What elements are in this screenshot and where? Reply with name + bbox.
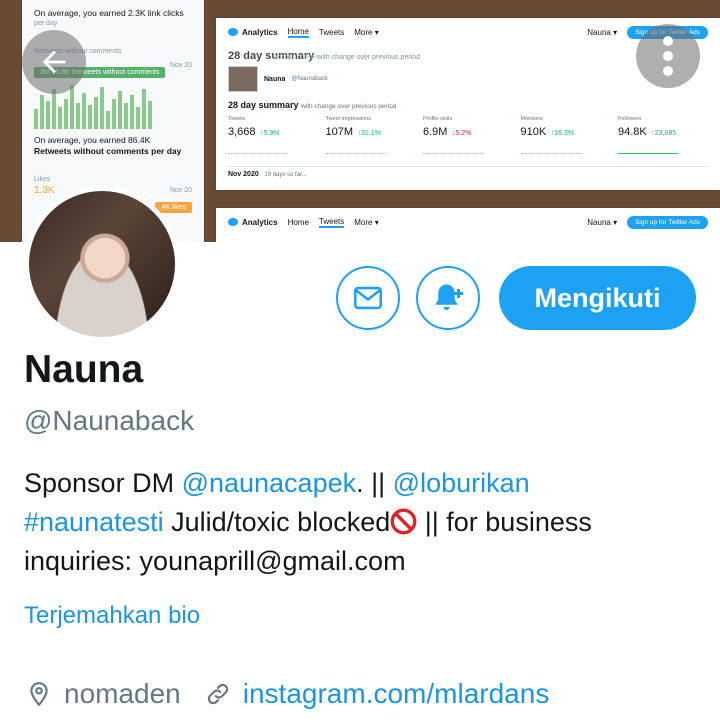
banner-stat: Followers 94.8K ↑23,685 [618,116,678,154]
bell-plus-icon [435,284,463,310]
banner-text: Likes [34,176,51,183]
no-entry-icon [390,508,417,535]
bio-text: . || [356,468,393,498]
banner-tag: 4K likes [155,202,192,213]
following-button[interactable]: Mengikuti [499,266,696,330]
analytics-brand: Analytics [228,28,278,37]
banner-stat: Mentions 910K ↑16.3% [520,116,581,154]
banner-nav-item: Home [287,217,309,227]
banner-text: 1.3K [34,185,55,196]
bio-text: Julid/toxic blocked [163,507,391,537]
back-arrow-icon [42,50,66,74]
banner-mini-avatar [228,66,258,92]
bio-mention-link[interactable]: @loburikan [393,468,530,498]
banner-text: Nov 20 [169,186,192,194]
banner-nav-item: More ▾ [354,217,379,227]
banner-stat: Tweet impressions 107M ↑31.1% [325,116,386,154]
profile-handle: @Naunaback [24,405,195,436]
banner-text: On average, you earned 2.3K link clicks [34,8,184,18]
banner-text: Retweets without comments per day [34,146,182,156]
banner-nav-item: Home [287,26,309,38]
profile-location: nomaden [64,678,181,709]
banner-analytics-bottom-panel: Analytics Home Tweets More ▾ Nauna ▾ Sig… [216,208,720,242]
banner-account-row: Nauna @Naunaback [228,66,708,92]
banner-stat: Profile visits 6.9M ↓5.2% [423,116,483,154]
twitter-bird-icon [228,218,238,226]
more-options-button[interactable] [636,24,700,88]
back-button[interactable] [22,30,86,94]
more-vertical-icon [663,36,673,76]
banner-nav-item: More ▾ [354,27,379,37]
banner-stat: Tweets 3,668 ↑5.9% [228,116,288,154]
banner-text: Nov 20 [169,62,192,69]
profile-website-link[interactable]: instagram.com/mlardans [243,678,550,710]
avatar-photo [29,191,175,337]
banner-user-menu: Nauna ▾ [587,27,618,37]
banner-analytics-nav: Analytics Home Tweets More ▾ Nauna ▾ Sig… [228,24,708,40]
banner-text: per day [34,20,58,27]
banner-analytics-nav: Analytics Home Tweets More ▾ Nauna ▾ Sig… [228,214,708,230]
envelope-icon [353,286,383,310]
banner-summary-title: 28 day summary with change over previous… [228,100,397,110]
location-pin-icon [24,679,54,709]
bio-mention-link[interactable]: @naunacapek [182,468,357,498]
profile-bio: Sponsor DM @naunacapek. || @loburikan #n… [24,464,704,581]
profile-name: Nauna [24,348,144,391]
notifications-button[interactable] [416,266,480,330]
profile-meta: nomaden instagram.com/mlardans [24,678,549,710]
message-button[interactable] [336,266,400,330]
analytics-brand: Analytics [228,218,278,227]
banner-signup: Sign up for Twitter Ads [627,215,708,229]
link-icon [203,679,233,709]
banner-nav-item: Tweets [318,216,345,228]
twitter-bird-icon [228,28,238,36]
banner-nav-item: Tweets [318,27,345,37]
banner-account-handle: @Naunaback [291,76,328,82]
translate-bio-link[interactable]: Terjemahkan bio [24,602,200,630]
banner-period: Nov 2020 · 19 days so far... [228,166,708,178]
bio-text: Sponsor DM [24,468,182,498]
banner-stats: Tweets 3,668 ↑5.9% Tweet impressions 107… [228,116,708,154]
banner-user-menu: Nauna ▾ [587,217,618,227]
bio-hashtag-link[interactable]: #naunatesti [24,507,164,537]
banner-text: On average, you earned 86.4K [34,135,151,145]
avatar[interactable] [24,186,180,342]
banner-account-name: Nauna [264,75,286,83]
